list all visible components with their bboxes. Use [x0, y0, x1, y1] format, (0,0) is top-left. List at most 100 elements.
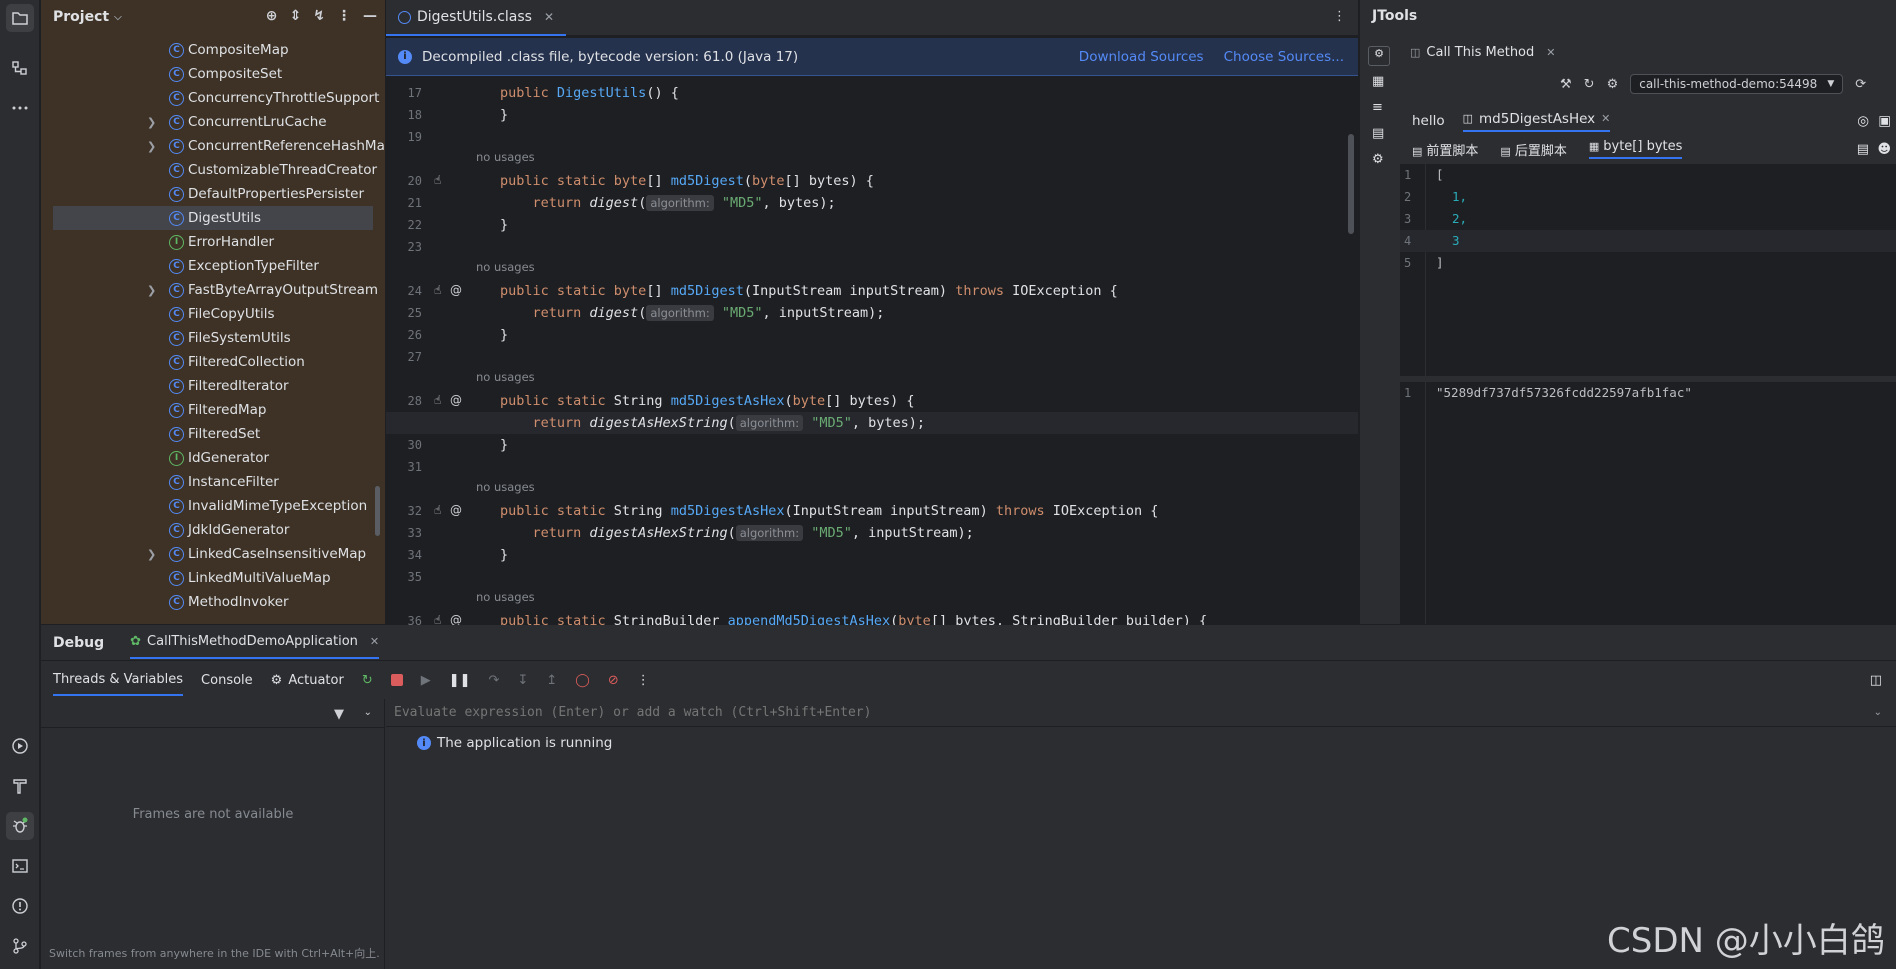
- tree-scrollbar[interactable]: [375, 486, 380, 536]
- param-editor[interactable]: 1[2 1, 3 2, 4 3 5]: [1400, 164, 1896, 376]
- annotation-gutter-icon[interactable]: @: [450, 283, 462, 297]
- gear-icon[interactable]: ⚙: [1607, 77, 1619, 92]
- tab-hello[interactable]: hello: [1412, 113, 1445, 129]
- tree-item[interactable]: C InstanceFilter: [41, 470, 385, 494]
- tree-item[interactable]: C JdkIdGenerator: [41, 518, 385, 542]
- invoke-icon[interactable]: ⟳: [1855, 77, 1866, 92]
- refresh-icon[interactable]: ↻: [1584, 77, 1595, 92]
- problems-icon[interactable]: [6, 892, 34, 920]
- tab-call-this-method[interactable]: Call This Method: [1426, 45, 1534, 60]
- tab-post-script[interactable]: ▤ 后置脚本: [1500, 140, 1566, 159]
- git-icon[interactable]: [6, 932, 34, 960]
- resume-icon[interactable]: ▶: [421, 673, 431, 688]
- tree-item[interactable]: C DigestUtils: [53, 206, 373, 230]
- project-folder-icon[interactable]: [6, 4, 34, 32]
- hot-deploy-icon[interactable]: ⚒: [1560, 77, 1572, 92]
- more-icon[interactable]: ⋮: [637, 673, 650, 688]
- code-line[interactable]: }: [476, 544, 1356, 566]
- rerun-icon[interactable]: ↻: [362, 673, 373, 688]
- step-over-icon[interactable]: ↷: [489, 673, 500, 688]
- chevron-down-icon[interactable]: ⌄: [1874, 707, 1882, 718]
- code-line[interactable]: return digest(algorithm: "MD5", bytes);: [476, 192, 1356, 214]
- code-line[interactable]: }: [476, 104, 1356, 126]
- build-icon[interactable]: [6, 772, 34, 800]
- minimize-icon[interactable]: —: [363, 8, 377, 24]
- json-icon[interactable]: ▤: [1857, 142, 1869, 157]
- code-line[interactable]: public static byte[] md5Digest(InputStre…: [476, 280, 1356, 302]
- tab-options-icon[interactable]: ⋮: [1333, 9, 1346, 24]
- pause-icon[interactable]: ❚❚: [449, 673, 471, 688]
- run-icon[interactable]: [6, 732, 34, 760]
- tab-console[interactable]: Console: [201, 673, 253, 688]
- debug-session-tab[interactable]: ✿ CallThisMethodDemoApplication ✕: [130, 626, 380, 659]
- call-method-icon[interactable]: ⚙: [1368, 46, 1390, 66]
- code-line[interactable]: }: [476, 434, 1356, 456]
- grid-icon[interactable]: ▦: [1372, 74, 1384, 89]
- tree-item[interactable]: ❯ C FastByteArrayOutputStream: [41, 278, 385, 302]
- code-line[interactable]: public static String md5DigestAsHex(byte…: [476, 390, 1356, 412]
- code-line[interactable]: public static byte[] md5Digest(byte[] by…: [476, 170, 1356, 192]
- chevron-down-icon[interactable]: ⌵: [114, 12, 122, 23]
- options-icon[interactable]: ⋮: [337, 8, 351, 24]
- call-method-gutter-icon[interactable]: ☝: [434, 503, 441, 517]
- call-method-gutter-icon[interactable]: ☝: [434, 173, 441, 187]
- step-out-icon[interactable]: ↥: [546, 673, 557, 688]
- download-sources-link[interactable]: Download Sources: [1079, 49, 1204, 65]
- tab-threads-variables[interactable]: Threads & Variables: [53, 665, 184, 696]
- tab-param-bytes[interactable]: ▦ byte[] bytes: [1588, 139, 1683, 159]
- more-icon[interactable]: [6, 94, 34, 122]
- tab-actuator[interactable]: ⚙ Actuator: [271, 673, 344, 688]
- tab-md5digestashex[interactable]: ◫ md5DigestAsHex ✕: [1462, 111, 1611, 132]
- call-method-gutter-icon[interactable]: ☝: [434, 393, 441, 407]
- tree-item[interactable]: ❯ C ConcurrentLruCache: [41, 110, 385, 134]
- structure-icon[interactable]: [6, 54, 34, 82]
- code-line[interactable]: [476, 456, 1356, 478]
- code-line[interactable]: [476, 236, 1356, 258]
- close-icon[interactable]: ✕: [1601, 112, 1610, 125]
- result-editor[interactable]: 1 "5289df737df57326fcdd22597afb1fac": [1400, 382, 1896, 624]
- code-area[interactable]: public DigestUtils() {} no usages public s…: [386, 78, 1358, 629]
- annotation-gutter-icon[interactable]: @: [450, 393, 462, 407]
- tree-item[interactable]: C FilteredIterator: [41, 374, 385, 398]
- editor-line[interactable]: 43: [1400, 230, 1896, 252]
- code-line[interactable]: [476, 346, 1356, 368]
- chevron-right-icon[interactable]: ❯: [147, 284, 156, 297]
- debug-icon[interactable]: [6, 812, 34, 840]
- evaluate-input[interactable]: [394, 705, 1794, 720]
- breakpoints-icon[interactable]: ◯: [575, 673, 590, 688]
- tree-item[interactable]: C CompositeMap: [41, 38, 385, 62]
- code-line[interactable]: return digestAsHexString(algorithm: "MD5…: [476, 522, 1356, 544]
- annotation-gutter-icon[interactable]: @: [450, 503, 462, 517]
- collapse-icon[interactable]: ↯: [313, 8, 325, 24]
- user-icon[interactable]: ☻: [1877, 142, 1891, 157]
- tree-item[interactable]: C CompositeSet: [41, 62, 385, 86]
- chevron-right-icon[interactable]: ❯: [147, 548, 156, 561]
- tree-item[interactable]: I ErrorHandler: [41, 230, 385, 254]
- chevron-right-icon[interactable]: ❯: [147, 140, 156, 153]
- tree-item[interactable]: C FilteredMap: [41, 398, 385, 422]
- editor-line[interactable]: 5]: [1400, 252, 1896, 274]
- tree-item[interactable]: C InvalidMimeTypeException: [41, 494, 385, 518]
- code-line[interactable]: [476, 126, 1356, 148]
- editor-scrollbar[interactable]: [1348, 134, 1354, 234]
- code-line[interactable]: return digest(algorithm: "MD5", inputStr…: [476, 302, 1356, 324]
- code-line[interactable]: [476, 566, 1356, 588]
- close-icon[interactable]: ✕: [370, 635, 379, 648]
- tree-item[interactable]: C FileSystemUtils: [41, 326, 385, 350]
- screenshot-icon[interactable]: ▣: [1878, 113, 1891, 129]
- tab-digestutils[interactable]: DigestUtils.class ✕: [386, 0, 567, 36]
- code-line[interactable]: }: [476, 214, 1356, 236]
- code-line[interactable]: }: [476, 324, 1356, 346]
- target-icon[interactable]: ◎: [1857, 113, 1869, 129]
- tree-item[interactable]: ❯ C LinkedCaseInsensitiveMap: [41, 542, 385, 566]
- tab-pre-script[interactable]: ▤ 前置脚本: [1412, 140, 1478, 159]
- close-icon[interactable]: ✕: [544, 10, 554, 24]
- code-line[interactable]: public DigestUtils() {: [476, 82, 1356, 104]
- close-icon[interactable]: ✕: [1546, 46, 1555, 59]
- editor-line[interactable]: 3 2,: [1400, 208, 1896, 230]
- tree-item[interactable]: C CustomizableThreadCreator: [41, 158, 385, 182]
- tree-item[interactable]: C FilteredSet: [41, 422, 385, 446]
- editor-line[interactable]: 1[: [1400, 164, 1896, 186]
- tree-item[interactable]: C ConcurrencyThrottleSupport: [41, 86, 385, 110]
- settings-icon[interactable]: ⚙: [1372, 152, 1384, 167]
